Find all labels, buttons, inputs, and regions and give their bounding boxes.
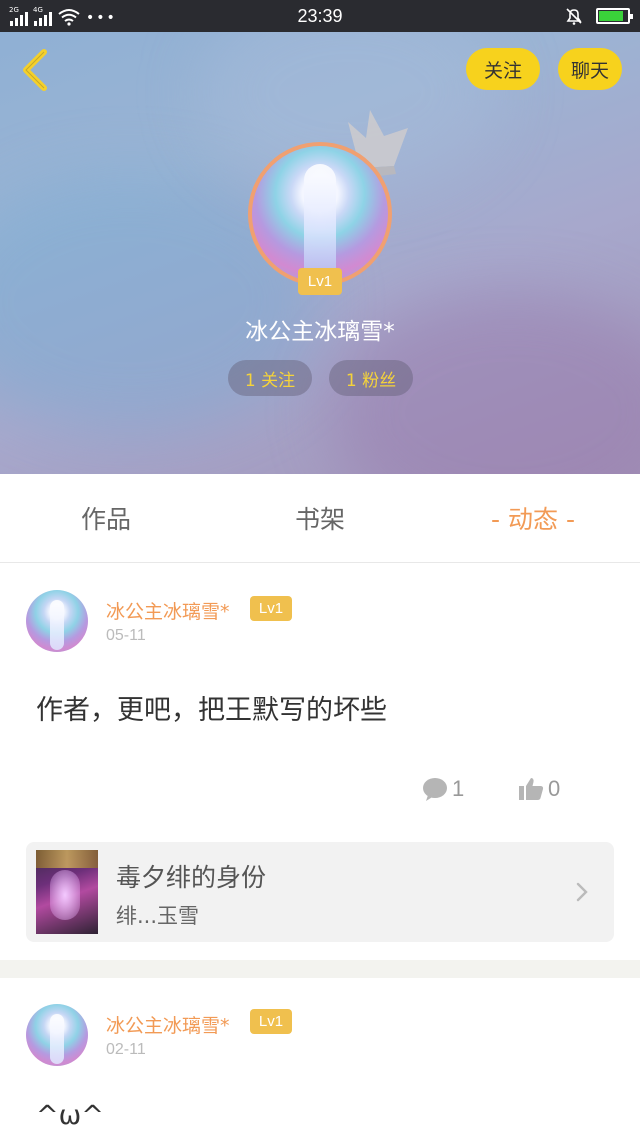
tab-bookshelf[interactable]: 书架: [254, 474, 386, 563]
post-author-name[interactable]: 冰公主冰璃雪*: [106, 1011, 230, 1038]
post-author-avatar[interactable]: [26, 590, 88, 652]
post-date: 02-11: [106, 1041, 146, 1058]
level-badge: Lv1: [298, 268, 342, 295]
battery-icon: [596, 8, 633, 24]
post-level-badge: Lv1: [250, 1009, 292, 1034]
comment-count: 1: [452, 776, 465, 801]
like-count: 0: [548, 776, 561, 801]
post-level-badge: Lv1: [250, 596, 292, 621]
status-bar: 2G 4G ••• 23:39: [0, 0, 640, 32]
profile-username: 冰公主冰璃雪*: [245, 319, 395, 345]
bell-muted-icon: [566, 8, 582, 25]
following-count-button[interactable]: 1 关注: [228, 360, 312, 396]
back-button[interactable]: [18, 48, 52, 92]
book-title: 毒夕绯的身份: [116, 863, 267, 892]
status-icons-right: [564, 6, 633, 26]
follow-button[interactable]: 关注: [466, 48, 540, 90]
profile-avatar[interactable]: [248, 142, 392, 286]
post-date: 05-11: [106, 627, 146, 644]
tab-activity[interactable]: - 动态 -: [466, 474, 600, 563]
profile-tabs: 作品 书架 - 动态 -: [0, 474, 640, 563]
thumbs-up-icon: [519, 778, 544, 800]
status-time: 23:39: [297, 6, 343, 26]
post-text: ^ω^: [36, 1100, 104, 1131]
book-author: 绯...玉雪: [116, 904, 200, 928]
comment-icon: [423, 778, 447, 801]
linked-book-card[interactable]: 毒夕绯的身份 绯...玉雪: [26, 842, 614, 942]
post-author-avatar[interactable]: [26, 1004, 88, 1066]
like-button[interactable]: 0: [518, 776, 560, 802]
fans-count-button[interactable]: 1 粉丝: [329, 360, 413, 396]
book-cover-image: [36, 850, 98, 934]
tab-works[interactable]: 作品: [40, 474, 172, 563]
post-author-name[interactable]: 冰公主冰璃雪*: [106, 597, 230, 624]
post-text: 作者，更吧，把王默写的坏些: [36, 695, 387, 726]
chat-button[interactable]: 聊天: [558, 48, 622, 90]
post-divider: [0, 960, 640, 978]
comment-button[interactable]: 1: [422, 776, 464, 802]
chevron-right-icon: [576, 882, 588, 902]
